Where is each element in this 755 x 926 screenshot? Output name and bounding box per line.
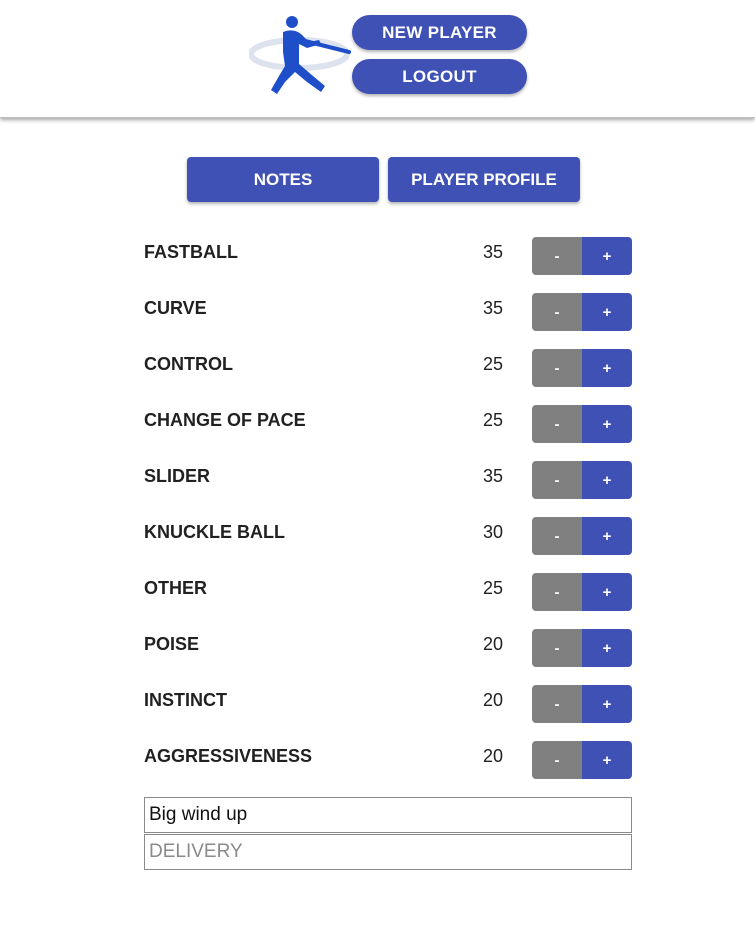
stats-list: FASTBALL 35 - + CURVE 35 - + CONTROL 25 …: [144, 237, 632, 797]
new-player-button[interactable]: NEW PLAYER: [352, 15, 527, 50]
delivery-value-input[interactable]: [144, 797, 632, 833]
increment-button[interactable]: +: [582, 629, 632, 667]
stat-label: POISE: [144, 634, 200, 654]
stat-label: CURVE: [144, 298, 207, 318]
increment-button[interactable]: +: [582, 349, 632, 387]
decrement-button[interactable]: -: [532, 685, 582, 723]
stat-value: 35: [483, 466, 504, 486]
stat-row-slider: SLIDER 35 - +: [144, 461, 632, 499]
stat-row-knuckle-ball: KNUCKLE BALL 30 - +: [144, 517, 632, 555]
increment-button[interactable]: +: [582, 293, 632, 331]
stat-row-curve: CURVE 35 - +: [144, 293, 632, 331]
notes-button[interactable]: NOTES: [187, 157, 379, 202]
stat-stepper: - +: [532, 741, 632, 779]
stat-value: 20: [483, 634, 504, 654]
increment-button[interactable]: +: [582, 237, 632, 275]
stat-label: CHANGE OF PACE: [144, 410, 306, 430]
stat-label: SLIDER: [144, 466, 211, 486]
stat-value: 20: [483, 746, 504, 766]
stat-row-aggressiveness: AGGRESSIVENESS 20 - +: [144, 741, 632, 779]
player-profile-button[interactable]: PLAYER PROFILE: [388, 157, 580, 202]
decrement-button[interactable]: -: [532, 741, 582, 779]
stat-label: KNUCKLE BALL: [144, 522, 285, 542]
stat-value: 20: [483, 690, 504, 710]
baseball-batter-icon: [249, 16, 351, 94]
stat-stepper: - +: [532, 405, 632, 443]
decrement-button[interactable]: -: [532, 573, 582, 611]
increment-button[interactable]: +: [582, 685, 632, 723]
stat-label: CONTROL: [144, 354, 233, 374]
increment-button[interactable]: +: [582, 517, 632, 555]
stat-stepper: - +: [532, 293, 632, 331]
stat-row-other: OTHER 25 - +: [144, 573, 632, 611]
decrement-button[interactable]: -: [532, 293, 582, 331]
stat-value: 35: [483, 242, 504, 262]
stat-stepper: - +: [532, 517, 632, 555]
decrement-button[interactable]: -: [532, 629, 582, 667]
decrement-button[interactable]: -: [532, 405, 582, 443]
decrement-button[interactable]: -: [532, 349, 582, 387]
stat-stepper: - +: [532, 349, 632, 387]
stat-label: INSTINCT: [144, 690, 227, 710]
stat-row-instinct: INSTINCT 20 - +: [144, 685, 632, 723]
delivery-input[interactable]: [144, 834, 632, 870]
increment-button[interactable]: +: [582, 741, 632, 779]
stat-row-poise: POISE 20 - +: [144, 629, 632, 667]
decrement-button[interactable]: -: [532, 237, 582, 275]
decrement-button[interactable]: -: [532, 461, 582, 499]
logout-button[interactable]: LOGOUT: [352, 59, 527, 94]
stat-label: AGGRESSIVENESS: [144, 746, 313, 766]
stat-stepper: - +: [532, 237, 632, 275]
increment-button[interactable]: +: [582, 461, 632, 499]
stat-stepper: - +: [532, 685, 632, 723]
app-header: NEW PLAYER LOGOUT: [0, 0, 755, 118]
stat-row-fastball: FASTBALL 35 - +: [144, 237, 632, 275]
stat-row-control: CONTROL 25 - +: [144, 349, 632, 387]
stat-value: 25: [483, 354, 504, 374]
stat-value: 25: [483, 410, 504, 430]
increment-button[interactable]: +: [582, 573, 632, 611]
stat-stepper: - +: [532, 629, 632, 667]
stat-value: 25: [483, 578, 504, 598]
stat-label: FASTBALL: [144, 242, 238, 262]
increment-button[interactable]: +: [582, 405, 632, 443]
stat-stepper: - +: [532, 461, 632, 499]
stat-stepper: - +: [532, 573, 632, 611]
stat-value: 30: [483, 522, 504, 542]
stat-label: OTHER: [144, 578, 207, 598]
decrement-button[interactable]: -: [532, 517, 582, 555]
stat-row-change-of-pace: CHANGE OF PACE 25 - +: [144, 405, 632, 443]
stat-value: 35: [483, 298, 504, 318]
